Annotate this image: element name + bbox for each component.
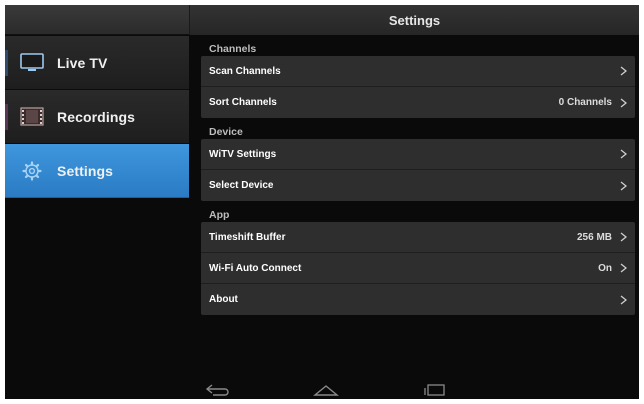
chevron-right-icon — [620, 232, 627, 242]
sidebar-header — [5, 5, 189, 35]
sidebar-accent — [5, 50, 8, 76]
row-scan-channels[interactable]: Scan Channels — [201, 56, 635, 87]
chevron-right-icon — [620, 97, 627, 108]
recents-icon[interactable] — [423, 383, 447, 399]
chevron-right-icon — [620, 149, 627, 159]
row-label: Select Device — [209, 180, 274, 191]
row-value: On — [598, 262, 612, 274]
row-sort-channels[interactable]: Sort Channels 0 Channels — [201, 87, 635, 118]
row-witv-settings[interactable]: WiTV Settings — [201, 139, 635, 170]
chevron-right-icon — [620, 263, 627, 273]
settings-list: Channels Scan Channels Sort Channels 0 C… — [201, 35, 635, 315]
sidebar-item-label: Settings — [57, 162, 114, 179]
navigation-bar — [5, 379, 639, 399]
row-label: Sort Channels — [209, 97, 277, 108]
row-label: Wi-Fi Auto Connect — [209, 262, 302, 274]
film-icon — [19, 107, 45, 127]
row-about[interactable]: About — [201, 284, 635, 315]
row-label: Scan Channels — [209, 65, 281, 77]
gear-icon — [19, 160, 45, 181]
sidebar-item-label: Recordings — [57, 108, 136, 125]
sidebar-item-recordings[interactable]: Recordings — [5, 90, 189, 144]
row-label: About — [209, 294, 238, 305]
back-icon[interactable] — [205, 383, 231, 399]
settings-group-channels: Scan Channels Sort Channels 0 Channels — [201, 56, 635, 118]
row-label: Timeshift Buffer — [209, 231, 286, 243]
settings-group-device: WiTV Settings Select Device — [201, 139, 635, 201]
section-header-channels: Channels — [209, 43, 257, 55]
settings-group-app: Timeshift Buffer 256 MB Wi-Fi Auto Conne… — [201, 222, 635, 315]
sidebar: Live TV Recordings Settings — [5, 36, 189, 198]
section-header-device: Device — [209, 126, 243, 138]
chevron-right-icon — [620, 294, 627, 305]
sidebar-item-live-tv[interactable]: Live TV — [5, 36, 189, 90]
row-select-device[interactable]: Select Device — [201, 170, 635, 201]
tablet-screen: Settings Live TV Recordings Settings Cha… — [5, 5, 639, 399]
tv-icon — [19, 53, 45, 73]
home-icon[interactable] — [313, 383, 339, 399]
row-wifi-auto-connect[interactable]: Wi-Fi Auto Connect On — [201, 253, 635, 284]
sidebar-item-label: Live TV — [57, 54, 108, 71]
chevron-right-icon — [620, 180, 627, 191]
sidebar-accent — [5, 104, 8, 130]
page-title: Settings — [189, 5, 639, 35]
chevron-right-icon — [620, 66, 627, 76]
row-value: 256 MB — [576, 231, 612, 243]
row-label: WiTV Settings — [209, 148, 277, 160]
row-value: 0 Channels — [558, 97, 612, 108]
row-timeshift-buffer[interactable]: Timeshift Buffer 256 MB — [201, 222, 635, 253]
section-header-app: App — [209, 209, 230, 221]
sidebar-item-settings[interactable]: Settings — [5, 144, 189, 198]
